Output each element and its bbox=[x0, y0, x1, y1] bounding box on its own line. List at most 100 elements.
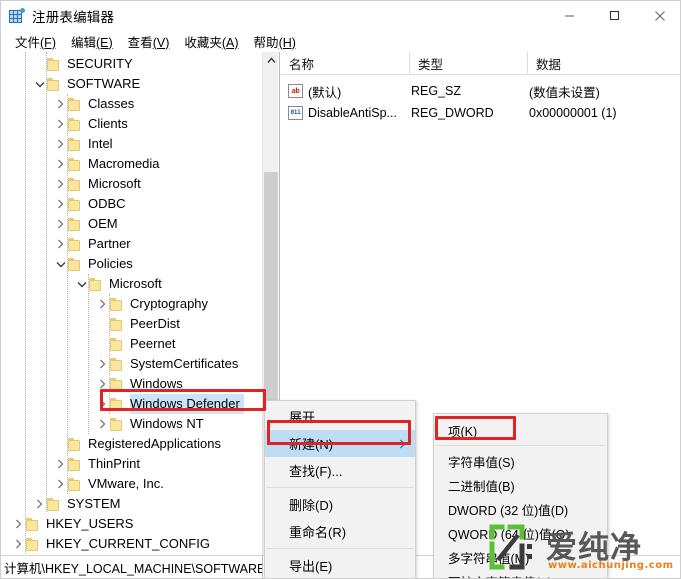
tree-node-label: Windows NT bbox=[130, 416, 204, 431]
menu-help[interactable]: 帮助(H) bbox=[248, 31, 305, 52]
context-menu-item-rename[interactable]: 重命名(R) bbox=[265, 518, 415, 545]
context-menu-item-find[interactable]: 查找(F)... bbox=[265, 457, 415, 484]
context-menu-item-new[interactable]: 新建(N) bbox=[265, 430, 415, 457]
chevron-right-icon[interactable] bbox=[95, 294, 110, 314]
tree-node[interactable]: VMware, Inc. bbox=[53, 474, 168, 494]
folder-icon bbox=[68, 157, 83, 171]
tree-node-label: ThinPrint bbox=[88, 456, 141, 471]
tree-node[interactable]: Windows NT bbox=[95, 414, 208, 434]
tree-node-label: HKEY_CURRENT_CONFIG bbox=[46, 536, 210, 551]
tree-node-label: SYSTEM bbox=[67, 496, 121, 511]
chevron-right-icon[interactable] bbox=[11, 514, 26, 534]
tree-node[interactable]: SECURITY bbox=[32, 54, 137, 74]
chevron-right-icon[interactable] bbox=[53, 234, 68, 254]
tree-node[interactable]: Microsoft bbox=[53, 174, 145, 194]
tree-node-label: Macromedia bbox=[88, 156, 160, 171]
chevron-right-icon[interactable] bbox=[53, 474, 68, 494]
scroll-thumb[interactable] bbox=[264, 172, 278, 437]
chevron-right-icon[interactable] bbox=[53, 174, 68, 194]
folder-icon bbox=[68, 137, 83, 151]
tree-node[interactable]: Microsoft bbox=[74, 274, 166, 294]
tree-node[interactable]: Classes bbox=[53, 94, 138, 114]
folder-icon bbox=[68, 177, 83, 191]
tree-node[interactable]: SYSTEM bbox=[32, 494, 124, 514]
table-row[interactable]: 011 DisableAntiSp... REG_DWORD 0x0000000… bbox=[281, 102, 680, 124]
tree-node[interactable]: RegisteredApplications bbox=[53, 434, 225, 454]
column-header-data[interactable]: 数据 bbox=[528, 52, 680, 74]
tree-node[interactable]: HKEY_CURRENT_CONFIG bbox=[11, 534, 214, 554]
menu-edit[interactable]: 编辑(E) bbox=[65, 31, 122, 52]
chevron-right-icon[interactable] bbox=[53, 114, 68, 134]
chevron-right-icon[interactable] bbox=[53, 214, 68, 234]
tree-node[interactable]: Intel bbox=[53, 134, 117, 154]
folder-icon bbox=[110, 357, 125, 371]
folder-icon bbox=[68, 217, 83, 231]
tree-node[interactable]: Windows Defender bbox=[95, 394, 244, 414]
tree-node[interactable]: HKEY_USERS bbox=[11, 514, 137, 534]
context-menu-item-expand[interactable]: 展开 bbox=[265, 403, 415, 430]
listview-header: 名称 类型 数据 bbox=[281, 52, 680, 75]
maximize-button[interactable] bbox=[592, 1, 637, 30]
submenu-item-binary-value[interactable]: 二进制值(B) bbox=[434, 473, 607, 497]
scroll-up-arrow[interactable] bbox=[263, 52, 279, 69]
chevron-right-icon[interactable] bbox=[95, 414, 110, 434]
chevron-right-icon[interactable] bbox=[53, 94, 68, 114]
tree-context-menu[interactable]: 展开 新建(N) 查找(F)... 删除(D) 重命名(R) 导出(E) 权限(… bbox=[264, 400, 416, 578]
column-header-type[interactable]: 类型 bbox=[410, 52, 528, 74]
menu-file[interactable]: 文件(F) bbox=[9, 31, 65, 52]
chevron-down-icon[interactable] bbox=[74, 274, 89, 294]
tree-node[interactable]: Cryptography bbox=[95, 294, 212, 314]
chevron-right-icon[interactable] bbox=[53, 194, 68, 214]
tree-node[interactable]: Clients bbox=[53, 114, 132, 134]
submenu-item-key[interactable]: 项(K) bbox=[434, 418, 607, 442]
chevron-down-icon[interactable] bbox=[53, 254, 68, 274]
menu-view[interactable]: 查看(V) bbox=[122, 31, 179, 52]
chevron-right-icon[interactable] bbox=[53, 134, 68, 154]
folder-icon bbox=[47, 497, 62, 511]
minimize-button[interactable] bbox=[547, 1, 592, 30]
chevron-right-icon[interactable] bbox=[11, 534, 26, 554]
column-header-name[interactable]: 名称 bbox=[281, 52, 410, 74]
chevron-right-icon[interactable] bbox=[95, 394, 110, 414]
close-button[interactable] bbox=[637, 1, 680, 30]
chevron-right-icon[interactable] bbox=[95, 374, 110, 394]
registry-tree[interactable]: SECURITY SOFTWARE Classes Clients Intel Macro… bbox=[1, 52, 263, 551]
tree-node[interactable]: ODBC bbox=[53, 194, 130, 214]
submenu-item-string-value[interactable]: 字符串值(S) bbox=[434, 449, 607, 473]
folder-icon bbox=[68, 437, 83, 451]
tree-node[interactable]: Macromedia bbox=[53, 154, 164, 174]
chevron-right-icon[interactable] bbox=[32, 494, 47, 514]
menu-favorites[interactable]: 收藏夹(A) bbox=[178, 31, 247, 52]
registry-editor-icon bbox=[9, 7, 25, 24]
chevron-right-icon[interactable] bbox=[95, 354, 110, 374]
tree-node-label: Clients bbox=[88, 116, 128, 131]
table-row[interactable]: ab (默认) REG_SZ (数值未设置) bbox=[281, 80, 680, 102]
value-data: (数值未设置) bbox=[529, 85, 600, 100]
tree-node-label: Cryptography bbox=[130, 296, 209, 311]
context-menu-item-delete[interactable]: 删除(D) bbox=[265, 491, 415, 518]
context-menu-item-export[interactable]: 导出(E) bbox=[265, 552, 415, 578]
window-controls bbox=[547, 1, 680, 30]
tree-node-label: SECURITY bbox=[67, 56, 133, 71]
chevron-down-icon[interactable] bbox=[32, 74, 47, 94]
tree-node[interactable]: PeerDist bbox=[95, 314, 184, 334]
folder-icon bbox=[110, 317, 125, 331]
context-menu-separator bbox=[267, 548, 413, 549]
tree-node[interactable]: OEM bbox=[53, 214, 122, 234]
tree-node[interactable]: Partner bbox=[53, 234, 135, 254]
tree-node-label: Microsoft bbox=[109, 276, 162, 291]
submenu-item-dword-value[interactable]: DWORD (32 位)值(D) bbox=[434, 497, 607, 521]
chevron-right-icon[interactable] bbox=[53, 154, 68, 174]
context-menu-separator bbox=[267, 487, 413, 488]
tree-node[interactable]: Windows bbox=[95, 374, 187, 394]
folder-icon bbox=[68, 457, 83, 471]
tree-node[interactable]: Policies bbox=[53, 254, 137, 274]
tree-node-spacer bbox=[53, 434, 68, 454]
tree-node[interactable]: ThinPrint bbox=[53, 454, 144, 474]
tree-node[interactable]: SOFTWARE bbox=[32, 74, 144, 94]
tree-node[interactable]: Peernet bbox=[95, 334, 180, 354]
chevron-right-icon[interactable] bbox=[53, 454, 68, 474]
tree-node-spacer bbox=[32, 54, 47, 74]
tree-node[interactable]: SystemCertificates bbox=[95, 354, 242, 374]
registry-tree-pane[interactable]: SECURITY SOFTWARE Classes Clients Intel Macro… bbox=[1, 52, 280, 556]
